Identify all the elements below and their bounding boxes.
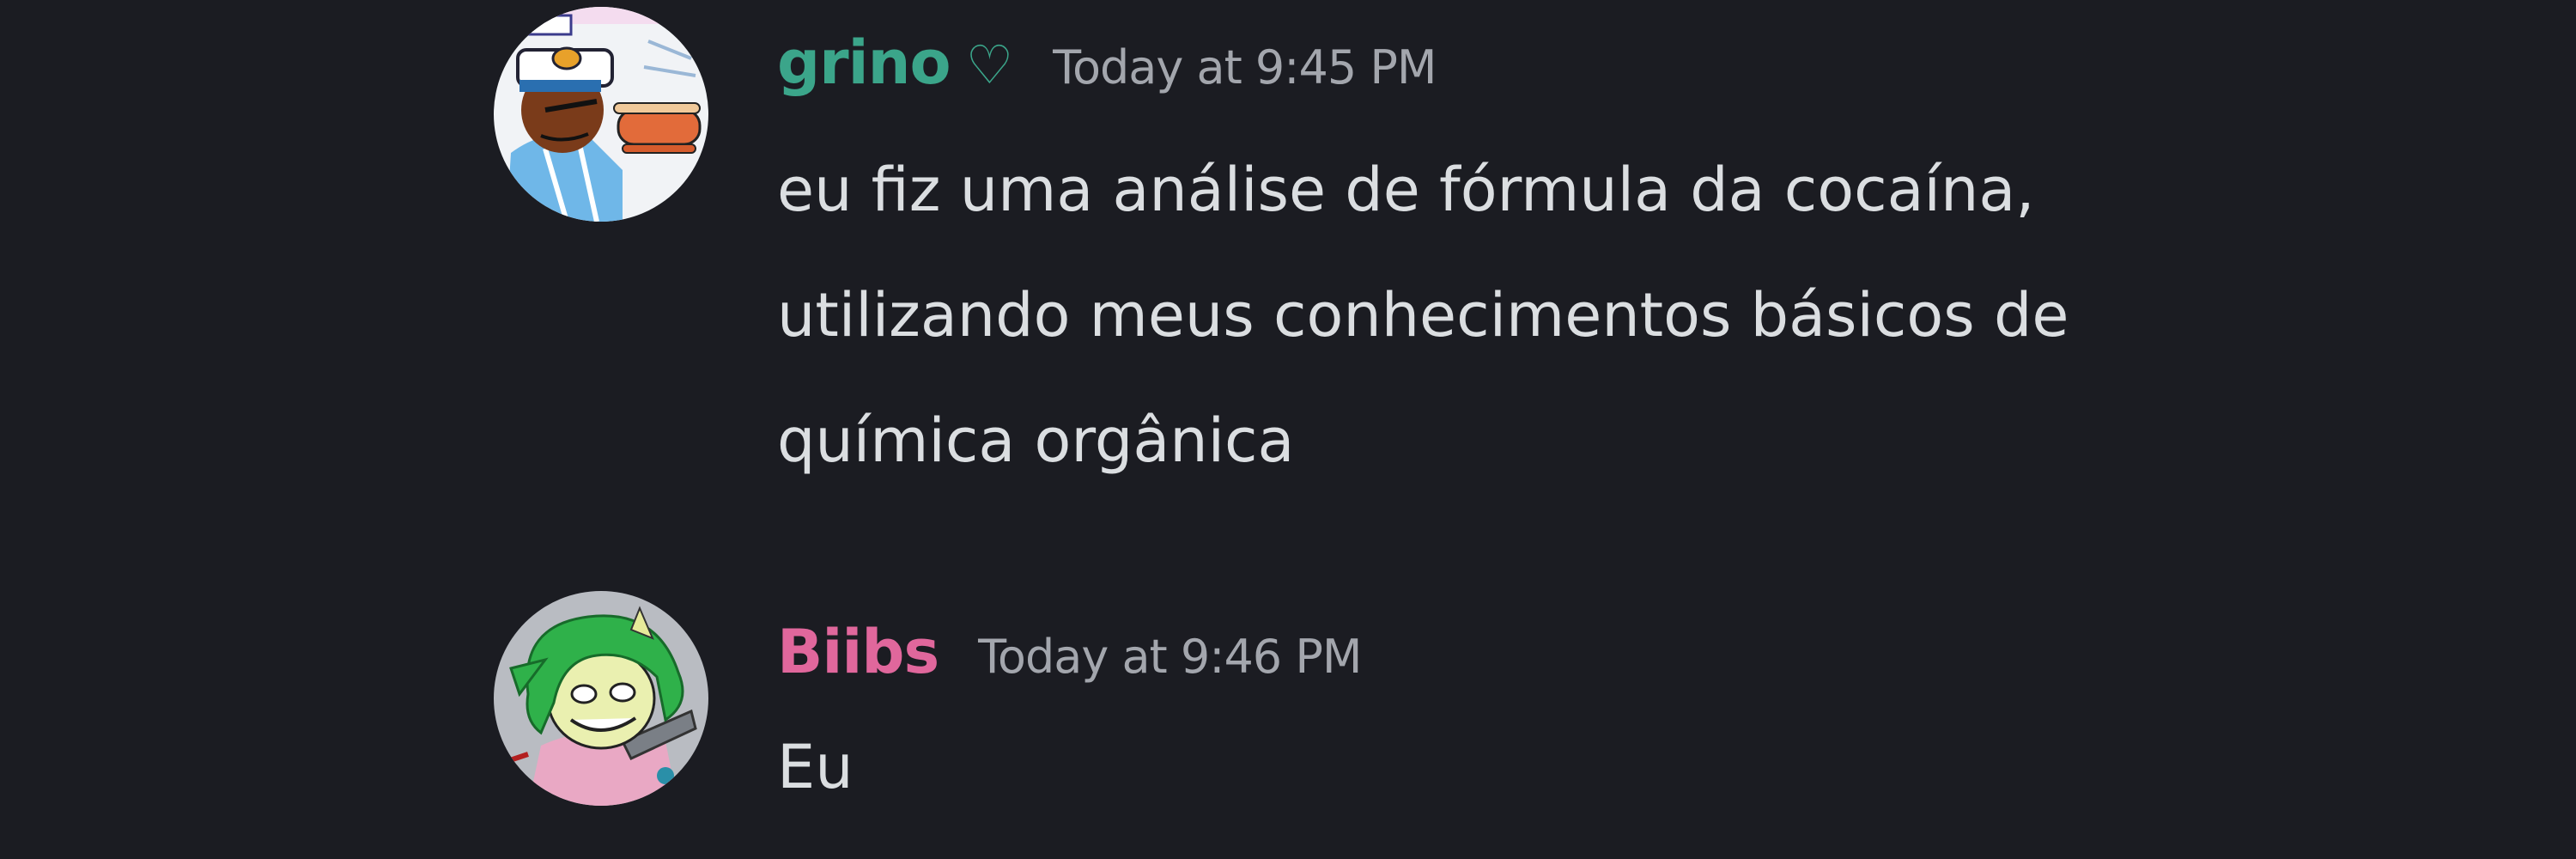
- message-content: Eu: [777, 704, 854, 830]
- user-avatar-image: [494, 591, 708, 806]
- timestamp: Today at 9:45 PM: [1053, 40, 1437, 94]
- message-line: química orgânica: [777, 405, 1295, 476]
- message-line: utilizando meus conhecimentos básicos de: [777, 280, 2069, 350]
- user-avatar-image: [494, 7, 708, 222]
- message-line: Eu: [777, 732, 854, 802]
- timestamp: Today at 9:46 PM: [978, 630, 1362, 684]
- username[interactable]: Biibs: [777, 617, 939, 687]
- message-content: eu fiz uma análise de fórmula da cocaína…: [777, 127, 2069, 503]
- message-header: grino ♡ Today at 9:45 PM: [777, 27, 1437, 98]
- chat-message: grino ♡ Today at 9:45 PM eu fiz uma anál…: [494, 0, 2469, 515]
- heart-icon: ♡: [965, 34, 1014, 96]
- avatar[interactable]: [494, 591, 708, 806]
- message-header: Biibs Today at 9:46 PM: [777, 617, 1362, 687]
- chat-message: Biibs Today at 9:46 PM Eu: [494, 567, 2469, 825]
- avatar[interactable]: [494, 7, 708, 222]
- username[interactable]: grino: [777, 27, 951, 98]
- message-line: eu fiz uma análise de fórmula da cocaína…: [777, 155, 2035, 225]
